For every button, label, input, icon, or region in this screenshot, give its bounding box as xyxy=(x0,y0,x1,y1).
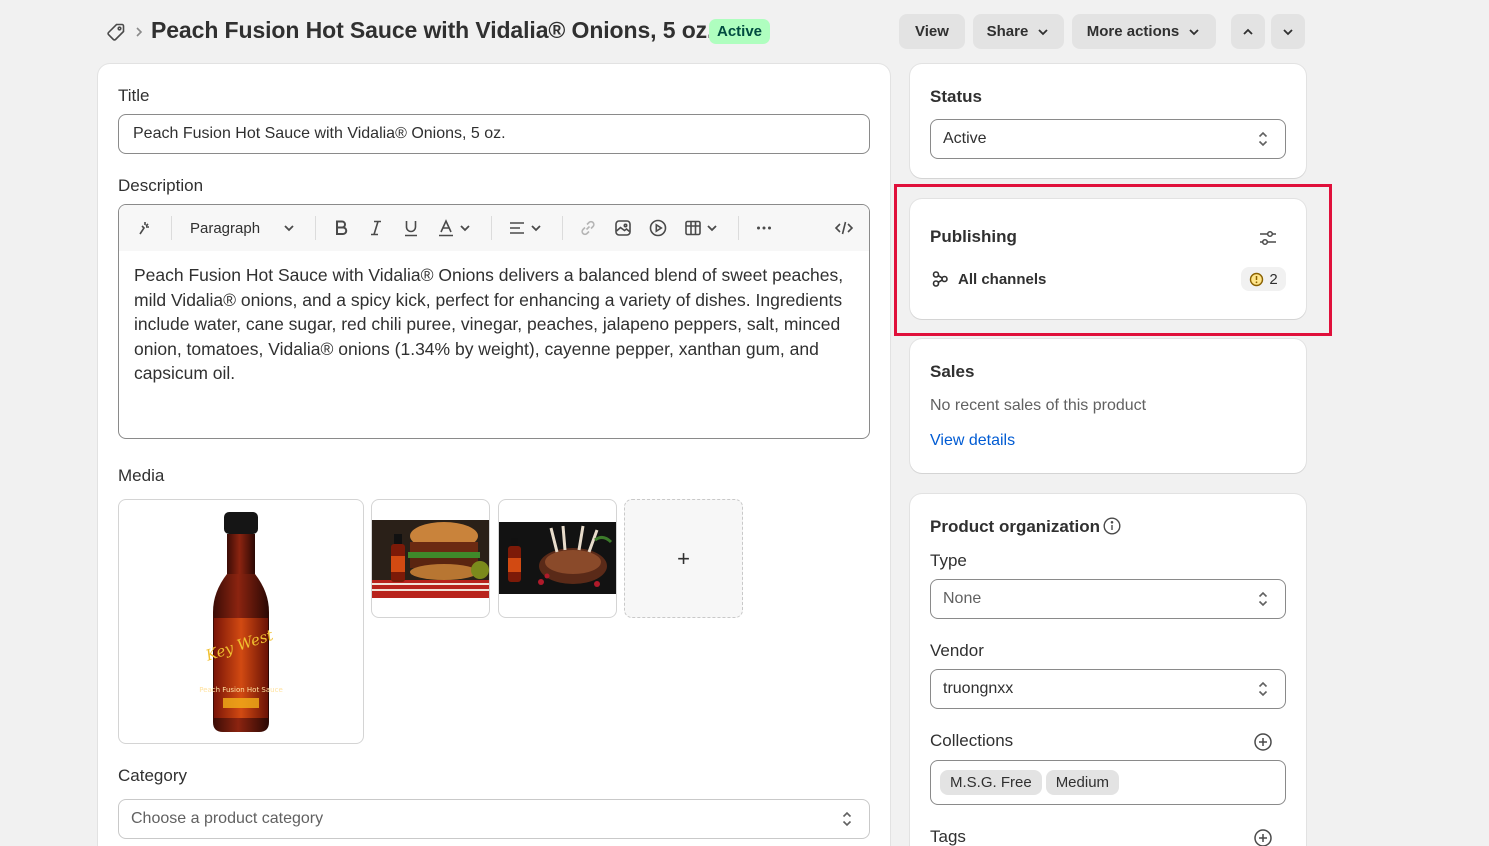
video-icon[interactable] xyxy=(648,217,668,239)
previous-product-button[interactable] xyxy=(1231,14,1265,49)
view-details-link[interactable]: View details xyxy=(930,432,1015,450)
align-icon[interactable] xyxy=(507,217,543,239)
chevron-down-icon xyxy=(460,225,470,232)
underline-icon[interactable] xyxy=(401,217,421,239)
view-button-label: View xyxy=(915,23,949,40)
category-select[interactable]: Choose a product category xyxy=(118,799,870,839)
chevron-up-icon xyxy=(1243,28,1253,35)
type-select[interactable]: None xyxy=(930,579,1286,619)
description-label: Description xyxy=(118,176,204,195)
media-thumbnail-steak[interactable] xyxy=(498,499,617,618)
collection-tag[interactable]: M.S.G. Free xyxy=(940,770,1042,795)
description-editor[interactable]: Paragraph Peach Fusion Hot Sauce with Vi… xyxy=(118,204,870,439)
editor-toolbar: Paragraph xyxy=(119,205,869,251)
status-select-value: Active xyxy=(943,130,987,147)
collections-label: Collections xyxy=(930,731,1014,750)
image-icon[interactable] xyxy=(613,217,633,239)
toolbar-divider xyxy=(315,216,316,240)
magic-sparkle-icon[interactable] xyxy=(135,217,155,239)
select-arrows-icon xyxy=(842,811,852,827)
add-media-plus: + xyxy=(677,545,690,571)
select-arrows-icon xyxy=(1258,131,1268,147)
next-product-button[interactable] xyxy=(1271,14,1305,49)
view-button[interactable]: View xyxy=(899,14,965,49)
collection-tag[interactable]: Medium xyxy=(1045,770,1120,795)
product-tag-icon[interactable] xyxy=(106,22,126,42)
collections-input[interactable]: M.S.G. Free Medium xyxy=(930,760,1286,805)
product-organization-title: Product organization xyxy=(930,517,1100,536)
status-title: Status xyxy=(930,87,982,106)
add-tag-icon[interactable] xyxy=(1252,827,1274,846)
toolbar-divider xyxy=(738,216,739,240)
text-color-icon[interactable] xyxy=(436,217,472,239)
publishing-highlight-box xyxy=(894,184,1332,336)
bold-icon[interactable] xyxy=(331,217,351,239)
code-view-icon[interactable] xyxy=(834,217,854,239)
title-input-value: Peach Fusion Hot Sauce with Vidalia® Oni… xyxy=(133,125,506,142)
paragraph-select-label: Paragraph xyxy=(190,219,261,237)
toolbar-divider xyxy=(491,216,492,240)
chevron-down-icon xyxy=(707,225,717,232)
share-button-label: Share xyxy=(986,23,1029,40)
chevron-down-icon xyxy=(1283,28,1293,35)
chevron-down-icon xyxy=(284,225,294,232)
italic-icon[interactable] xyxy=(366,217,386,239)
page-title: Peach Fusion Hot Sauce with Vidalia® Oni… xyxy=(151,17,714,43)
link-icon[interactable] xyxy=(578,217,598,239)
media-thumbnail-burger[interactable] xyxy=(371,499,490,618)
vendor-select[interactable]: truongnxx xyxy=(930,669,1286,709)
more-actions-label: More actions xyxy=(1086,23,1180,40)
add-media-button[interactable]: + xyxy=(624,499,743,618)
tags-label: Tags xyxy=(930,827,966,846)
more-actions-button[interactable]: More actions xyxy=(1072,14,1216,49)
category-label: Category xyxy=(118,766,187,785)
type-select-value: None xyxy=(943,590,982,607)
category-placeholder: Choose a product category xyxy=(131,810,324,827)
select-arrows-icon xyxy=(1258,681,1268,697)
toolbar-divider xyxy=(562,216,563,240)
status-badge: Active xyxy=(709,19,771,44)
title-label: Title xyxy=(118,86,150,105)
media-main-image[interactable]: Key West Peach Fusion Hot Sauce xyxy=(118,499,364,744)
status-select[interactable]: Active xyxy=(930,119,1286,159)
toolbar-divider xyxy=(171,216,172,240)
chevron-down-icon xyxy=(1038,28,1048,35)
sales-empty-text: No recent sales of this product xyxy=(930,397,1147,414)
table-icon[interactable] xyxy=(683,217,719,239)
share-button[interactable]: Share xyxy=(973,14,1064,49)
bottle-label-text: Peach Fusion Hot Sauce xyxy=(199,686,283,694)
add-collection-icon[interactable] xyxy=(1252,731,1274,753)
select-arrows-icon xyxy=(1258,591,1268,607)
sales-title: Sales xyxy=(930,362,975,381)
title-input[interactable]: Peach Fusion Hot Sauce with Vidalia® Oni… xyxy=(118,114,870,154)
info-icon[interactable] xyxy=(1102,516,1122,536)
breadcrumb-chevron-icon xyxy=(134,25,144,39)
paragraph-select[interactable]: Paragraph xyxy=(190,217,296,239)
vendor-select-value: truongnxx xyxy=(943,680,1014,697)
vendor-label: Vendor xyxy=(930,641,984,660)
media-label: Media xyxy=(118,466,165,485)
description-text[interactable]: Peach Fusion Hot Sauce with Vidalia® Oni… xyxy=(134,263,859,386)
chevron-down-icon xyxy=(1189,28,1199,35)
chevron-down-icon xyxy=(531,225,541,232)
type-label: Type xyxy=(930,551,967,570)
more-formatting-icon[interactable] xyxy=(754,217,774,239)
